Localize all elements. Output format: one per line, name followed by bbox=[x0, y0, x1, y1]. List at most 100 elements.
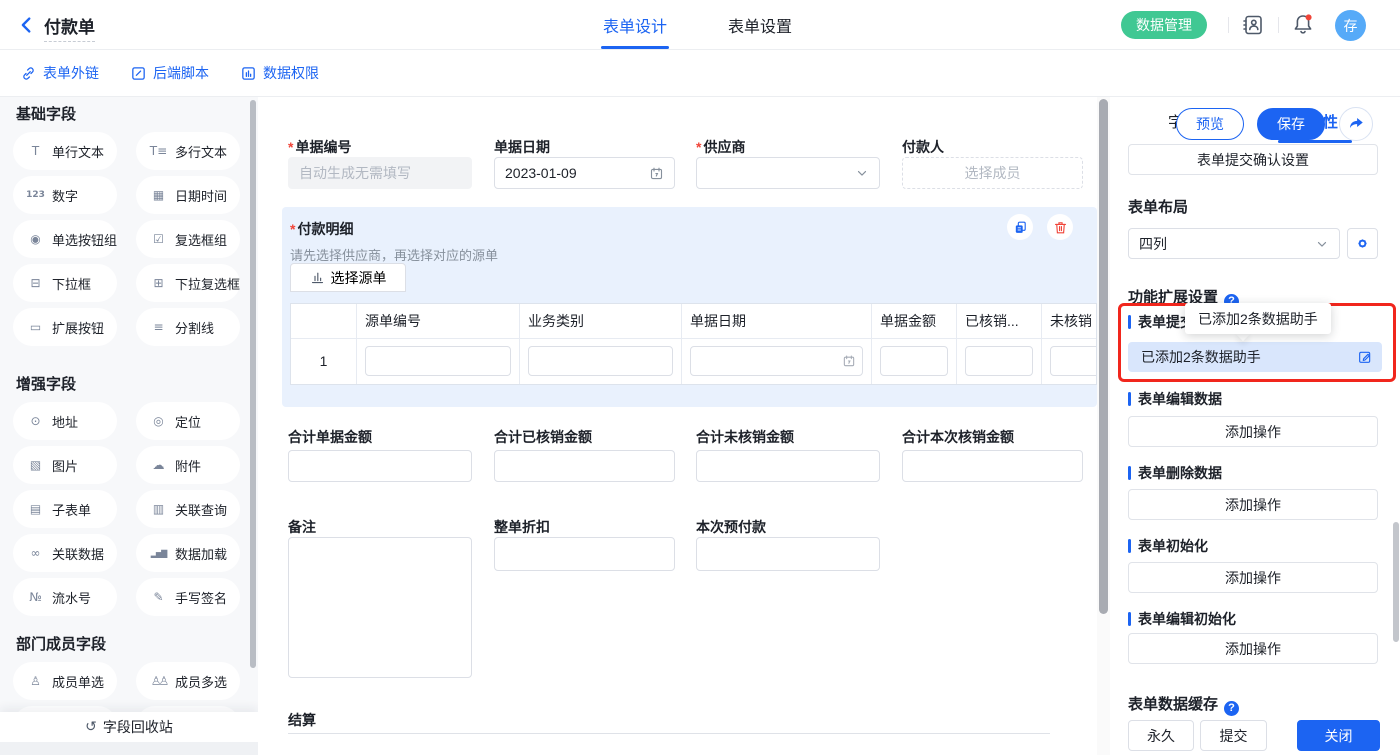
back-icon[interactable] bbox=[16, 14, 38, 36]
bar-chart-icon bbox=[310, 270, 325, 285]
doc-number-input[interactable] bbox=[288, 157, 472, 189]
share-button[interactable] bbox=[1339, 107, 1373, 141]
payment-detail-subform: *付款明细 请先选择供应商，再选择对应的源单 选择源单 源单编号 业务类别 单据… bbox=[282, 207, 1097, 407]
select-source-doc-button[interactable]: 选择源单 bbox=[290, 263, 406, 292]
cache-option-submit[interactable]: 提交 bbox=[1200, 720, 1267, 751]
sidebar-item-label: 图片 bbox=[52, 456, 78, 475]
submit-confirm-settings-button[interactable]: 表单提交确认设置 bbox=[1128, 144, 1378, 175]
sidebar-item-single-text[interactable]: T单行文本 bbox=[13, 132, 117, 170]
remark-textarea[interactable] bbox=[288, 537, 472, 678]
total-doc-amount-input[interactable] bbox=[288, 450, 472, 482]
sidebar-item-address[interactable]: ⊙地址 bbox=[13, 402, 117, 440]
sidebar-item-label: 分割线 bbox=[175, 318, 214, 337]
delete-subform-button[interactable] bbox=[1047, 214, 1073, 240]
sidebar-item-member-multi[interactable]: ♙♙成员多选 bbox=[136, 662, 240, 700]
section-enhanced-fields: 增强字段 ⊙地址 ◎定位 ▧图片 ☁附件 ▤子表单 ▥关联查询 ∞关联数据 ▂▅… bbox=[0, 375, 258, 616]
cache-option-close[interactable]: 关闭 bbox=[1297, 720, 1380, 751]
dropdown-icon: ⊟ bbox=[26, 276, 45, 290]
sidebar-item-signature[interactable]: ✎手写签名 bbox=[136, 578, 240, 616]
sidebar-item-relation-query[interactable]: ▥关联查询 bbox=[136, 490, 240, 528]
sidebar-item-divider-field[interactable]: ≡分割线 bbox=[136, 308, 240, 346]
data-permission-link[interactable]: 数据权限 bbox=[240, 63, 319, 83]
layout-settings-button[interactable] bbox=[1347, 228, 1378, 259]
sidebar-item-multi-text[interactable]: T≡多行文本 bbox=[136, 132, 240, 170]
sidebar-item-multi-dropdown[interactable]: ⊞下拉复选框 bbox=[136, 264, 240, 302]
assistant-row-text: 已添加2条数据助手 bbox=[1141, 347, 1261, 367]
section-basic-fields: 基础字段 T单行文本 T≡多行文本 123数字 ▦日期时间 ◉单选按钮组 ☑复选… bbox=[0, 105, 258, 346]
prepayment-input[interactable] bbox=[696, 537, 880, 571]
page-title[interactable]: 付款单 bbox=[44, 13, 95, 42]
copy-subform-button[interactable] bbox=[1007, 214, 1033, 240]
notification-bell-icon[interactable] bbox=[1291, 12, 1315, 36]
form-edit-init-add-action[interactable]: 添加操作 bbox=[1128, 633, 1378, 664]
source-doc-no-input[interactable] bbox=[365, 346, 511, 376]
total-written-off-input[interactable] bbox=[494, 450, 675, 482]
preview-button[interactable]: 预览 bbox=[1176, 108, 1244, 140]
multi-dropdown-icon: ⊞ bbox=[149, 276, 168, 290]
written-off-input[interactable] bbox=[965, 346, 1033, 376]
panel-scrollbar-thumb[interactable] bbox=[1393, 522, 1399, 642]
tab-form-settings[interactable]: 表单设置 bbox=[728, 13, 792, 37]
recycle-bin-label: 字段回收站 bbox=[103, 717, 173, 737]
sidebar-item-extend-button[interactable]: ▭扩展按钮 bbox=[13, 308, 117, 346]
script-icon bbox=[130, 65, 147, 82]
sidebar-item-label: 手写签名 bbox=[175, 588, 227, 607]
sidebar-item-dropdown[interactable]: ⊟下拉框 bbox=[13, 264, 117, 302]
form-layout-select[interactable]: 四列 bbox=[1128, 228, 1340, 259]
business-type-input[interactable] bbox=[528, 346, 673, 376]
chevron-down-icon bbox=[855, 166, 869, 180]
field-recycle-bin[interactable]: ↺ 字段回收站 bbox=[0, 712, 258, 742]
total-current-writeoff-input[interactable] bbox=[902, 450, 1083, 482]
canvas-scrollbar-thumb[interactable] bbox=[1099, 99, 1108, 614]
tab-form-design[interactable]: 表单设计 bbox=[603, 13, 667, 37]
sidebar-item-label: 复选框组 bbox=[175, 230, 227, 249]
not-written-off-input[interactable] bbox=[1050, 346, 1097, 376]
canvas-scrollbar[interactable] bbox=[1097, 97, 1110, 755]
total-not-written-off-input[interactable] bbox=[696, 450, 880, 482]
sidebar-item-number[interactable]: 123数字 bbox=[13, 176, 117, 214]
sidebar-item-checkbox-group[interactable]: ☑复选框组 bbox=[136, 220, 240, 258]
data-manage-button[interactable]: 数据管理 bbox=[1121, 11, 1207, 39]
divider bbox=[1278, 17, 1279, 33]
save-button[interactable]: 保存 bbox=[1257, 108, 1325, 140]
sidebar-item-radio-group[interactable]: ◉单选按钮组 bbox=[13, 220, 117, 258]
serial-icon: № bbox=[26, 590, 45, 604]
copy-icon bbox=[1013, 220, 1028, 235]
form-edit-init-label: 表单编辑初始化 bbox=[1128, 609, 1236, 629]
contacts-book-icon[interactable] bbox=[1241, 13, 1265, 37]
form-init-add-action[interactable]: 添加操作 bbox=[1128, 562, 1378, 593]
user-avatar[interactable]: 存 bbox=[1335, 10, 1366, 41]
doc-date-input[interactable]: 2023-01-09 bbox=[494, 157, 675, 189]
form-delete-data-add-action[interactable]: 添加操作 bbox=[1128, 489, 1378, 520]
form-submit-assistant-row[interactable]: 已添加2条数据助手 bbox=[1128, 342, 1382, 372]
sidebar-item-subform[interactable]: ▤子表单 bbox=[13, 490, 117, 528]
sidebar-item-serial-number[interactable]: №流水号 bbox=[13, 578, 117, 616]
sidebar-item-member-single[interactable]: ♙成员单选 bbox=[13, 662, 117, 700]
sidebar-item-label: 成员多选 bbox=[175, 672, 227, 691]
crosshair-icon: ◎ bbox=[149, 414, 168, 428]
form-edit-data-add-action[interactable]: 添加操作 bbox=[1128, 416, 1378, 447]
sidebar-item-image[interactable]: ▧图片 bbox=[13, 446, 117, 484]
sidebar-scrollbar[interactable] bbox=[250, 100, 256, 668]
cache-option-permanent[interactable]: 永久 bbox=[1128, 720, 1194, 751]
help-icon[interactable]: ? bbox=[1224, 701, 1239, 716]
properties-panel: 字段属性 表单属性 表单提交确认设置 表单布局 四列 功能扩展设置? 表单提交 … bbox=[1110, 97, 1400, 755]
supplier-select[interactable] bbox=[696, 157, 880, 189]
backend-script-link[interactable]: 后端脚本 bbox=[130, 63, 209, 83]
sidebar-item-datetime[interactable]: ▦日期时间 bbox=[136, 176, 240, 214]
settlement-divider bbox=[288, 733, 1050, 734]
sidebar-item-data-load[interactable]: ▂▅▇数据加载 bbox=[136, 534, 240, 572]
sidebar-item-geolocate[interactable]: ◎定位 bbox=[136, 402, 240, 440]
sidebar-item-label: 数字 bbox=[52, 186, 78, 205]
sidebar-item-relation-data[interactable]: ∞关联数据 bbox=[13, 534, 117, 572]
sidebar-item-label: 关联数据 bbox=[52, 544, 104, 563]
form-external-link[interactable]: 表单外链 bbox=[20, 63, 99, 83]
doc-amount-input[interactable] bbox=[880, 346, 948, 376]
payer-member-picker[interactable]: 选择成员 bbox=[902, 157, 1083, 189]
doc-date-cell-input[interactable] bbox=[690, 346, 863, 376]
sidebar-item-label: 单选按钮组 bbox=[52, 230, 117, 249]
section-title: 部门成员字段 bbox=[16, 635, 258, 655]
sidebar-item-label: 成员单选 bbox=[52, 672, 104, 691]
whole-discount-input[interactable] bbox=[494, 537, 675, 571]
sidebar-item-attachment[interactable]: ☁附件 bbox=[136, 446, 240, 484]
